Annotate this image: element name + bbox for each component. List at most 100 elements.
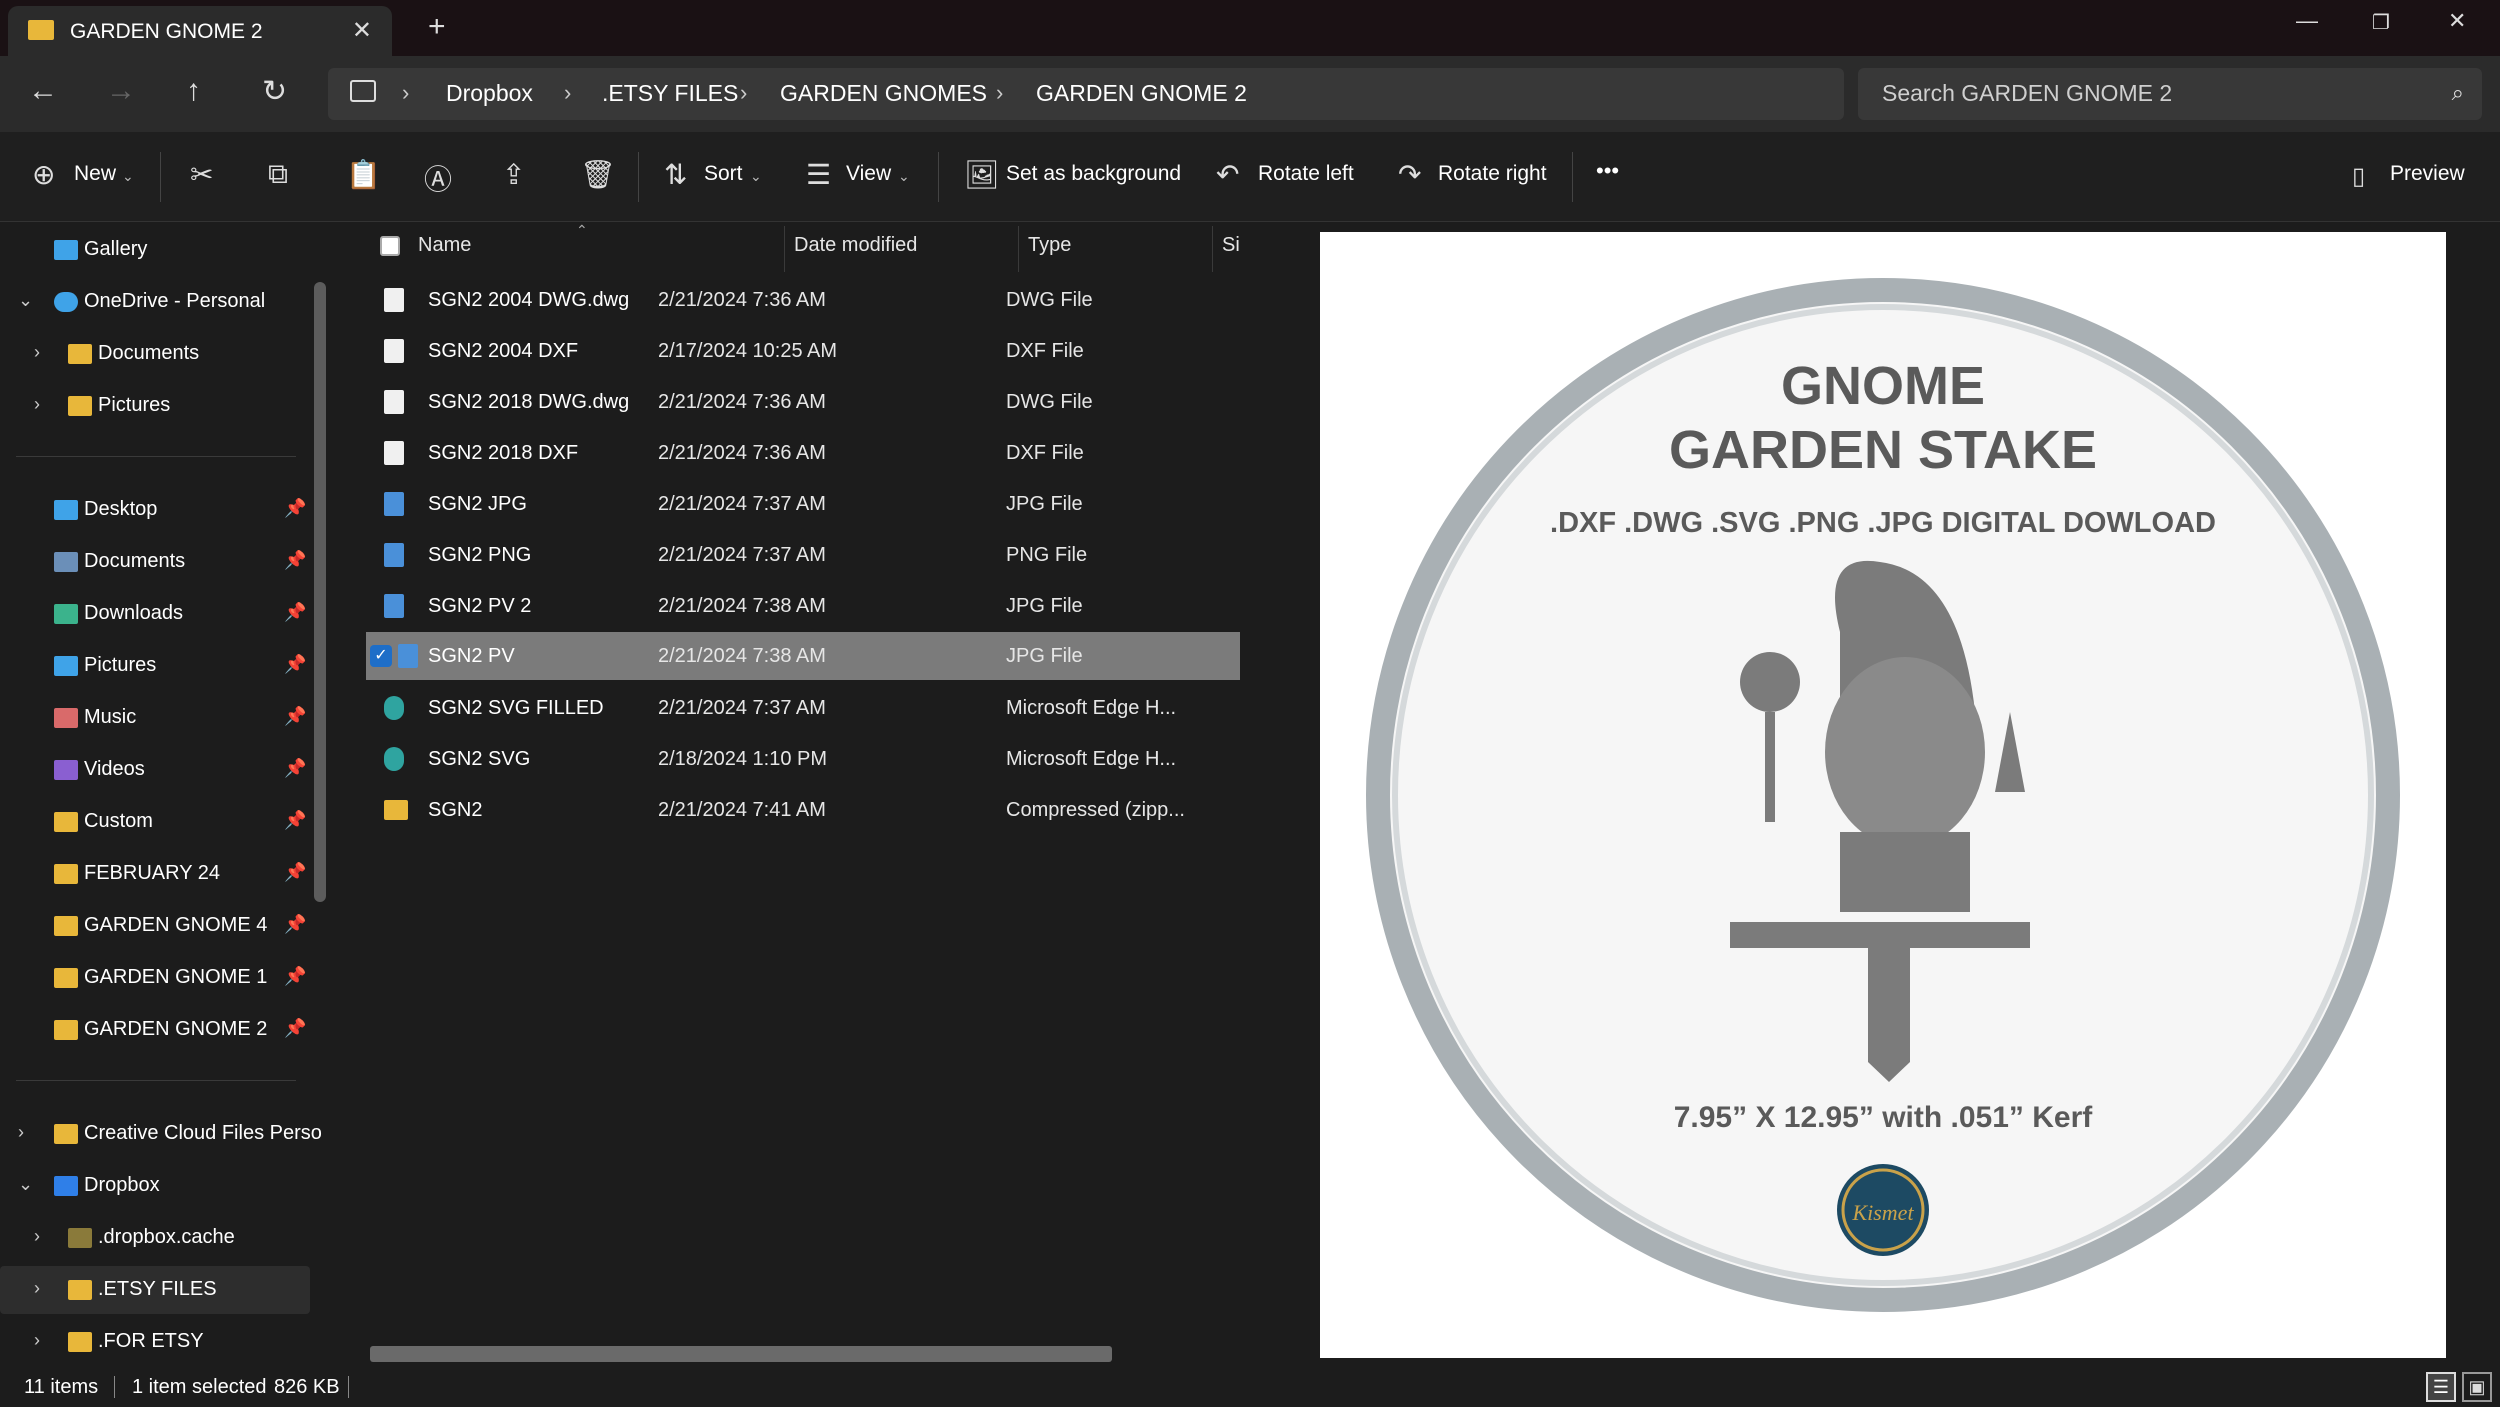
column-divider[interactable] xyxy=(1212,226,1213,272)
sidebar-item-downloads[interactable]: Downloads 📌 xyxy=(0,590,310,638)
refresh-icon[interactable]: ↻ xyxy=(262,74,287,109)
table-row[interactable]: SGN2 PNG 2/21/2024 7:37 AM PNG File xyxy=(366,531,1240,579)
pin-icon[interactable]: 📌 xyxy=(284,654,306,675)
row-checkbox[interactable]: ✓ xyxy=(370,645,392,667)
select-all-checkbox[interactable] xyxy=(380,236,400,256)
search-box[interactable]: Search GARDEN GNOME 2 ⌕ xyxy=(1858,68,2482,120)
sidebar-item-etsy-files[interactable]: › .ETSY FILES xyxy=(0,1266,310,1314)
minimize-button[interactable]: — xyxy=(2296,8,2318,34)
sidebar-item-custom[interactable]: Custom 📌 xyxy=(0,798,310,846)
horizontal-scrollbar[interactable] xyxy=(370,1346,1112,1362)
set-as-background-button[interactable]: Set as background xyxy=(1006,162,1181,186)
cut-icon[interactable]: ✂ xyxy=(190,158,213,191)
breadcrumb-garden-gnome-2[interactable]: GARDEN GNOME 2 xyxy=(1036,80,1247,107)
paste-icon[interactable]: 📋 xyxy=(346,158,381,191)
table-row[interactable]: SGN2 SVG FILLED 2/21/2024 7:37 AM Micros… xyxy=(366,684,1240,732)
chevron-right-icon[interactable]: › xyxy=(996,80,1003,106)
table-row-selected[interactable]: ✓ SGN2 PV 2/21/2024 7:38 AM JPG File xyxy=(366,632,1240,680)
up-arrow-icon[interactable]: ↑ xyxy=(186,74,201,108)
address-bar[interactable]: › Dropbox › .ETSY FILES › GARDEN GNOMES … xyxy=(328,68,1844,120)
chevron-right-icon[interactable]: › xyxy=(18,1122,24,1143)
column-divider[interactable] xyxy=(1018,226,1019,272)
large-icons-view-icon[interactable]: ▣ xyxy=(2462,1372,2492,1402)
tab-garden-gnome-2[interactable]: GARDEN GNOME 2 ✕ xyxy=(8,6,392,56)
sidebar-item-dropbox-cache[interactable]: › .dropbox.cache xyxy=(0,1214,310,1262)
sidebar-item-for-etsy[interactable]: › .FOR ETSY xyxy=(0,1318,310,1366)
sort-button[interactable]: Sort xyxy=(704,162,743,186)
sidebar-item-label: GARDEN GNOME 2 xyxy=(84,1018,268,1040)
table-row[interactable]: SGN2 2004 DXF 2/17/2024 10:25 AM DXF Fil… xyxy=(366,327,1240,375)
header-size[interactable]: Si xyxy=(1222,234,1240,257)
back-arrow-icon[interactable]: ← xyxy=(28,74,58,108)
header-date-modified[interactable]: Date modified xyxy=(794,234,917,257)
rotate-right-button[interactable]: Rotate right xyxy=(1438,162,1547,186)
sidebar-item-dropbox[interactable]: ⌄ Dropbox xyxy=(0,1162,310,1210)
share-icon[interactable]: ⇪ xyxy=(502,158,525,191)
chevron-down-icon[interactable]: ⌄ xyxy=(18,290,33,311)
table-row[interactable]: SGN2 SVG 2/18/2024 1:10 PM Microsoft Edg… xyxy=(366,735,1240,783)
sidebar-item-od-pictures[interactable]: › Pictures xyxy=(0,382,310,430)
table-row[interactable]: SGN2 2018 DWG.dwg 2/21/2024 7:36 AM DWG … xyxy=(366,378,1240,426)
new-button[interactable]: New xyxy=(74,162,116,186)
pin-icon[interactable]: 📌 xyxy=(284,1018,306,1039)
pin-icon[interactable]: 📌 xyxy=(284,602,306,623)
sidebar-item-february-24[interactable]: FEBRUARY 24 📌 xyxy=(0,850,310,898)
chevron-right-icon[interactable]: › xyxy=(402,80,409,106)
delete-icon[interactable]: 🗑 xyxy=(580,158,616,191)
rename-icon[interactable]: Ⓐ xyxy=(424,158,452,198)
pin-icon[interactable]: 📌 xyxy=(284,914,306,935)
item-count: 11 items xyxy=(24,1376,99,1398)
chevron-down-icon[interactable]: ⌄ xyxy=(18,1174,33,1195)
table-row[interactable]: SGN2 2018 DXF 2/21/2024 7:36 AM DXF File xyxy=(366,429,1240,477)
sidebar-item-garden-gnome-2[interactable]: GARDEN GNOME 2 📌 xyxy=(0,1006,310,1054)
column-divider[interactable] xyxy=(784,226,785,272)
table-row[interactable]: SGN2 2/21/2024 7:41 AM Compressed (zipp.… xyxy=(366,786,1240,834)
sidebar-item-od-documents[interactable]: › Documents xyxy=(0,330,310,378)
pin-icon[interactable]: 📌 xyxy=(284,498,306,519)
chevron-right-icon[interactable]: › xyxy=(34,1330,40,1351)
chevron-right-icon[interactable]: › xyxy=(34,394,40,415)
restore-button[interactable]: ❐ xyxy=(2372,10,2390,35)
rotate-left-button[interactable]: Rotate left xyxy=(1258,162,1354,186)
search-icon[interactable]: ⌕ xyxy=(2452,80,2464,106)
sidebar-item-garden-gnome-1[interactable]: GARDEN GNOME 1 📌 xyxy=(0,954,310,1002)
breadcrumb-garden-gnomes[interactable]: GARDEN GNOMES xyxy=(780,80,987,107)
table-row[interactable]: SGN2 JPG 2/21/2024 7:37 AM JPG File xyxy=(366,480,1240,528)
new-tab-button[interactable]: + xyxy=(428,10,446,44)
close-window-button[interactable]: ✕ xyxy=(2448,8,2466,34)
sidebar-item-documents[interactable]: Documents 📌 xyxy=(0,538,310,586)
pin-icon[interactable]: 📌 xyxy=(284,706,306,727)
preview-button[interactable]: Preview xyxy=(2390,162,2465,186)
pin-icon[interactable]: 📌 xyxy=(284,758,306,779)
breadcrumb-dropbox[interactable]: Dropbox xyxy=(446,80,533,107)
details-view-icon[interactable]: ☰ xyxy=(2426,1372,2456,1402)
chevron-right-icon[interactable]: › xyxy=(564,80,571,106)
sidebar-item-music[interactable]: Music 📌 xyxy=(0,694,310,742)
chevron-right-icon[interactable]: › xyxy=(34,1226,40,1247)
sidebar-item-onedrive[interactable]: ⌄ OneDrive - Personal xyxy=(0,278,310,326)
table-row[interactable]: SGN2 PV 2 2/21/2024 7:38 AM JPG File xyxy=(366,582,1240,630)
sidebar-item-desktop[interactable]: Desktop 📌 xyxy=(0,486,310,534)
sidebar-item-gallery[interactable]: Gallery xyxy=(0,226,310,274)
pin-icon[interactable]: 📌 xyxy=(284,550,306,571)
close-tab-icon[interactable]: ✕ xyxy=(352,16,372,45)
header-type[interactable]: Type xyxy=(1028,234,1071,257)
chevron-right-icon[interactable]: › xyxy=(34,342,40,363)
pin-icon[interactable]: 📌 xyxy=(284,810,306,831)
header-name[interactable]: Name xyxy=(418,234,471,257)
view-button[interactable]: View xyxy=(846,162,891,186)
sidebar-scrollbar[interactable] xyxy=(314,282,326,902)
sidebar-item-garden-gnome-4[interactable]: GARDEN GNOME 4 📌 xyxy=(0,902,310,950)
table-row[interactable]: SGN2 2004 DWG.dwg 2/21/2024 7:36 AM DWG … xyxy=(366,276,1240,324)
chevron-right-icon[interactable]: › xyxy=(34,1278,40,1299)
more-options-button[interactable]: ••• xyxy=(1596,158,1619,184)
copy-icon[interactable]: ⧉ xyxy=(268,158,288,191)
forward-arrow-icon[interactable]: → xyxy=(106,74,136,108)
sidebar-item-pictures[interactable]: Pictures 📌 xyxy=(0,642,310,690)
pin-icon[interactable]: 📌 xyxy=(284,862,306,883)
sidebar-item-creative-cloud[interactable]: › Creative Cloud Files Perso xyxy=(0,1110,322,1158)
sidebar-item-videos[interactable]: Videos 📌 xyxy=(0,746,310,794)
pin-icon[interactable]: 📌 xyxy=(284,966,306,987)
breadcrumb-etsy-files[interactable]: .ETSY FILES xyxy=(602,80,738,107)
chevron-right-icon[interactable]: › xyxy=(740,80,747,106)
